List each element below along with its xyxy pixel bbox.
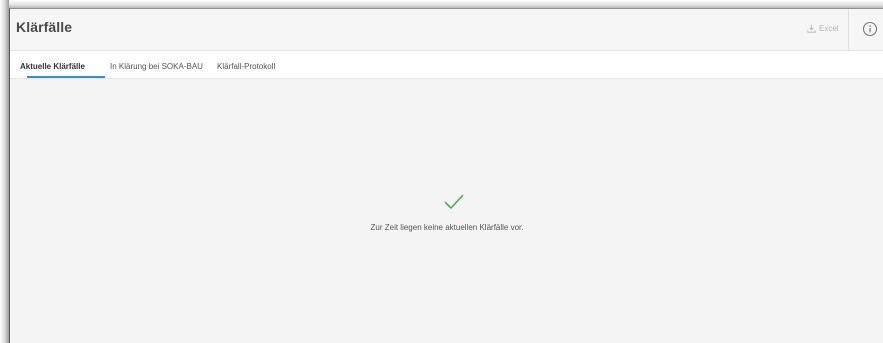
tab-aktuelle-klaerfaelle[interactable]: Aktuelle Klärfälle [20,62,85,71]
panel-header: Klärfälle Excel [10,9,883,51]
window-shadow-left [0,0,9,343]
page-title: Klärfälle [16,19,73,35]
active-tab-indicator [27,76,105,78]
info-button[interactable] [862,21,878,37]
checkmark-icon [444,194,464,209]
app-panel: Klärfälle Excel Aktuelle Klärfälle In Kl… [9,8,883,343]
window-shadow-top [0,0,883,8]
excel-export-button[interactable]: Excel [807,24,839,33]
header-divider [848,9,849,51]
empty-state-message: Zur Zeit liegen keine aktuellen Klärfäll… [370,223,524,232]
excel-export-label: Excel [819,24,839,33]
screenshot-frame: Klärfälle Excel Aktuelle Klärfälle In Kl… [0,0,883,343]
tab-bar: Aktuelle Klärfälle In Klärung bei SOKA-B… [10,51,883,79]
tab-in-klaerung-soka-bau[interactable]: In Klärung bei SOKA-BAU [110,62,203,71]
tab-content-area: Zur Zeit liegen keine aktuellen Klärfäll… [10,79,883,343]
tab-klaerfall-protokoll[interactable]: Klärfall-Protokoll [217,62,275,71]
info-icon [862,21,878,37]
download-icon [807,24,816,33]
